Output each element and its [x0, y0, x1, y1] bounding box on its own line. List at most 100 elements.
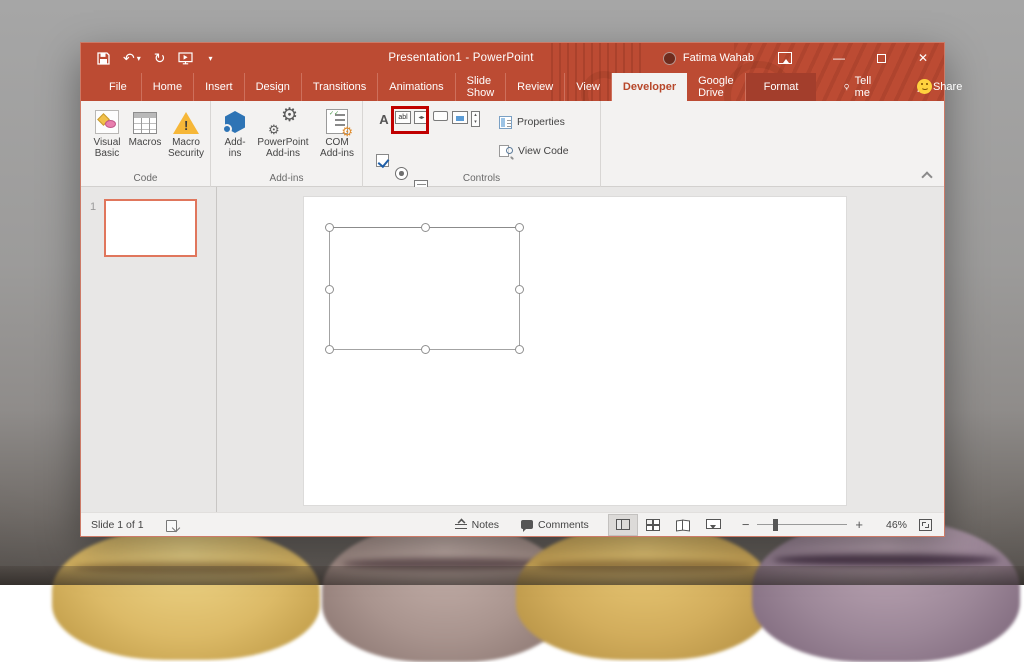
command-button-control-icon[interactable]: [433, 111, 448, 121]
label-control-icon[interactable]: A: [376, 111, 392, 127]
normal-view-button[interactable]: [608, 514, 638, 536]
resize-handle-sw[interactable]: [325, 345, 334, 354]
slide-sorter-view-button[interactable]: [638, 514, 668, 536]
slide-number: 1: [90, 201, 96, 213]
undo-button[interactable]: ↶ ▾: [123, 51, 141, 65]
view-code-label: View Code: [518, 145, 569, 157]
zoom-out-button[interactable]: −: [742, 517, 750, 532]
macro-security-button[interactable]: ! Macro Security: [165, 106, 207, 159]
visual-basic-label: Visual Basic: [89, 137, 125, 159]
slide-show-view-button[interactable]: [698, 514, 728, 536]
macro-security-icon: !: [173, 112, 199, 134]
zoom-slider[interactable]: [757, 524, 847, 526]
slide-show-icon: [706, 519, 719, 531]
tab-transitions[interactable]: Transitions: [302, 73, 378, 101]
resize-handle-s[interactable]: [421, 345, 430, 354]
tab-slide-show[interactable]: Slide Show: [456, 73, 507, 101]
undo-caret-icon[interactable]: ▾: [137, 54, 141, 63]
signed-in-user[interactable]: Fatima Wahab: [683, 52, 754, 64]
tab-file[interactable]: File: [95, 73, 142, 101]
tab-review[interactable]: Review: [506, 73, 565, 101]
tab-view[interactable]: View: [565, 73, 612, 101]
properties-label: Properties: [517, 116, 565, 128]
lightbulb-icon: [844, 81, 849, 94]
controls-icon-grid: A abl ◂▸ ▴▾: [376, 111, 491, 159]
zoom-level[interactable]: 46%: [873, 519, 907, 531]
tab-design[interactable]: Design: [245, 73, 302, 101]
proofing-icon[interactable]: [166, 519, 179, 531]
comments-button[interactable]: Comments: [510, 513, 600, 537]
scroll-bar-control-icon[interactable]: ▴▾: [471, 111, 480, 127]
ribbon-display-options-icon[interactable]: [778, 52, 792, 64]
group-title-controls: Controls: [363, 173, 600, 184]
zoom-slider-thumb[interactable]: [773, 519, 778, 531]
add-ins-icon: [223, 110, 247, 134]
start-slideshow-button[interactable]: [178, 52, 193, 65]
powerpoint-window: ↶ ▾ ↻ ▾ Presentation1 - PowerPoint Fatim…: [80, 42, 945, 537]
resize-handle-ne[interactable]: [515, 223, 524, 232]
notes-label: Notes: [472, 519, 499, 531]
notes-icon: [455, 520, 467, 530]
title-bar: ↶ ▾ ↻ ▾ Presentation1 - PowerPoint Fatim…: [81, 43, 944, 73]
customize-qat-button[interactable]: ▾: [206, 54, 212, 63]
resize-handle-n[interactable]: [421, 223, 430, 232]
quick-access-toolbar: ↶ ▾ ↻ ▾: [81, 51, 213, 65]
properties-icon: [499, 116, 512, 129]
ribbon-group-controls: A abl ◂▸ ▴▾ Properties: [363, 101, 601, 187]
visual-basic-icon: [95, 110, 119, 134]
tab-insert[interactable]: Insert: [194, 73, 245, 101]
resize-handle-w[interactable]: [325, 285, 334, 294]
com-add-ins-icon: ✓✓ ⚙: [326, 109, 348, 134]
textbox-control-shape[interactable]: [329, 227, 520, 350]
zoom-in-button[interactable]: +: [855, 517, 863, 532]
tab-developer[interactable]: Developer: [612, 73, 687, 101]
image-control-icon[interactable]: [452, 111, 468, 124]
zoom-control: − +: [742, 517, 863, 532]
tab-animations[interactable]: Animations: [378, 73, 455, 101]
fit-to-window-icon[interactable]: [919, 519, 932, 531]
notes-button[interactable]: Notes: [444, 513, 510, 537]
redo-button[interactable]: ↻: [154, 51, 166, 65]
tell-me-button[interactable]: Tell me: [834, 73, 885, 101]
feedback-smiley-icon[interactable]: [917, 79, 932, 94]
minimize-button[interactable]: —: [818, 43, 860, 73]
check-box-control-icon[interactable]: [376, 154, 389, 167]
com-add-ins-button[interactable]: ✓✓ ⚙ COM Add-ins: [315, 106, 359, 159]
add-ins-label: Add-ins: [219, 137, 251, 159]
slide-canvas[interactable]: [304, 197, 846, 505]
user-avatar[interactable]: [663, 52, 676, 65]
tab-home[interactable]: Home: [142, 73, 194, 101]
powerpoint-add-ins-button[interactable]: ⚙⚙ PowerPoint Add-ins: [253, 106, 313, 159]
resize-handle-se[interactable]: [515, 345, 524, 354]
maximize-button[interactable]: [860, 43, 902, 73]
close-button[interactable]: ✕: [902, 43, 944, 73]
controls-side-buttons: Properties View Code: [499, 113, 599, 171]
view-code-button[interactable]: View Code: [499, 142, 599, 160]
powerpoint-add-ins-label: PowerPoint Add-ins: [253, 137, 313, 159]
workspace: 1: [81, 187, 944, 512]
macros-button[interactable]: Macros: [127, 106, 163, 148]
window-title: Presentation1 - PowerPoint: [231, 52, 691, 64]
tab-format[interactable]: Format: [746, 73, 817, 101]
save-icon[interactable]: [97, 52, 110, 65]
slide-thumbnail-panel: 1: [81, 187, 217, 512]
comments-label: Comments: [538, 519, 589, 531]
tab-google-drive[interactable]: Google Drive: [687, 73, 745, 101]
visual-basic-button[interactable]: Visual Basic: [89, 106, 125, 159]
tell-me-label: Tell me: [855, 75, 875, 99]
maximize-icon: [877, 54, 886, 63]
collapse-ribbon-icon[interactable]: [922, 172, 932, 178]
com-add-ins-label: COM Add-ins: [315, 137, 359, 159]
undo-icon: ↶: [123, 51, 135, 65]
properties-button[interactable]: Properties: [499, 113, 599, 131]
reading-view-button[interactable]: [668, 514, 698, 536]
powerpoint-add-ins-icon: ⚙⚙: [268, 108, 298, 134]
slide-thumbnail[interactable]: [104, 199, 197, 257]
resize-handle-nw[interactable]: [325, 223, 334, 232]
reading-view-icon: [676, 520, 690, 530]
ribbon: Visual Basic Macros ! Macro Security Cod…: [81, 101, 944, 187]
ribbon-group-code: Visual Basic Macros ! Macro Security Cod…: [81, 101, 211, 187]
add-ins-button[interactable]: Add-ins: [219, 106, 251, 159]
redo-icon: ↻: [154, 51, 166, 65]
resize-handle-e[interactable]: [515, 285, 524, 294]
